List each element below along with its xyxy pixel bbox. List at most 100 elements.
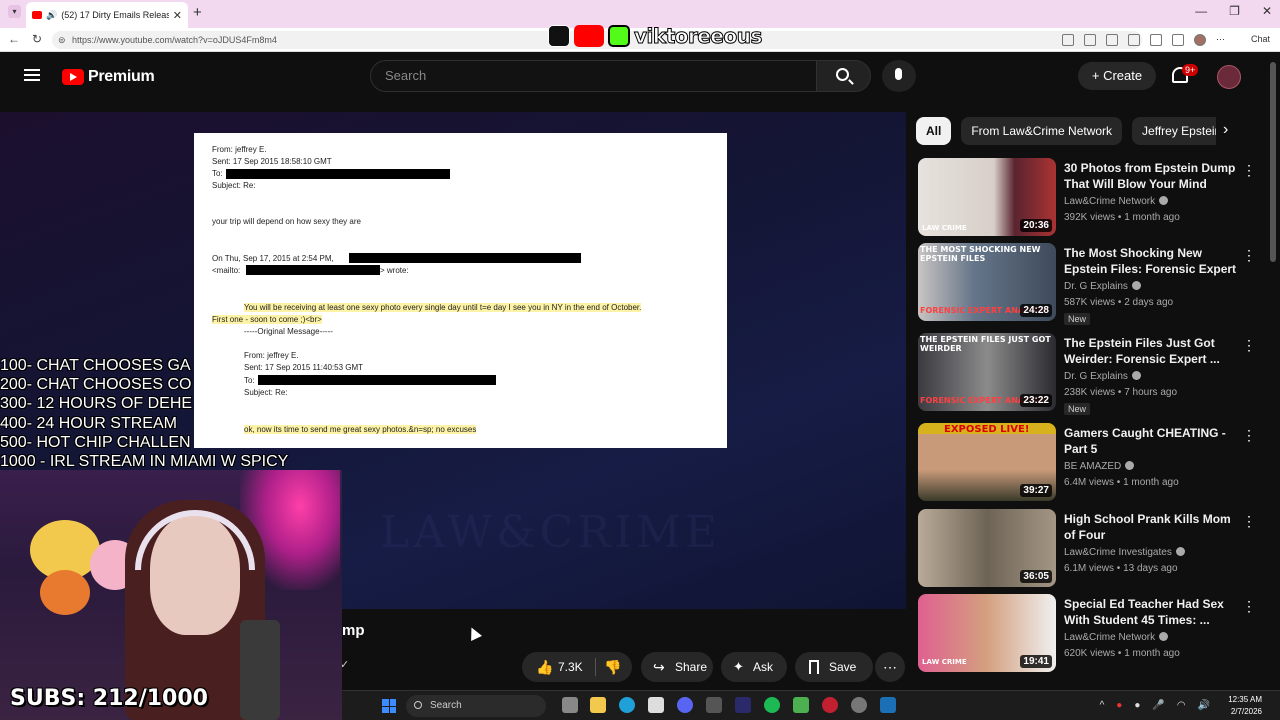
thumbnail-text: EXPOSED LIVE! bbox=[944, 424, 1030, 435]
back-icon[interactable]: ← bbox=[8, 32, 20, 46]
video-meta: 587K views • 2 days ago bbox=[1064, 297, 1174, 308]
kebab-menu-icon[interactable]: ⋮ bbox=[1242, 513, 1256, 530]
channel-name[interactable]: Law&Crime Network bbox=[1064, 196, 1169, 207]
channel-name[interactable]: Dr. G Explains bbox=[1064, 371, 1141, 382]
share-icon: ↪ bbox=[653, 659, 665, 675]
recommendation-item[interactable]: EXPOSED LIVE! 39:27 Gamers Caught CHEATI… bbox=[918, 423, 1258, 505]
channel-name[interactable]: BE AMAZED bbox=[1064, 461, 1135, 472]
chevron-right-icon[interactable]: › bbox=[1223, 121, 1228, 139]
video-thumbnail[interactable]: THE MOST SHOCKING NEW EPSTEIN FILES FORE… bbox=[918, 243, 1056, 321]
share-button[interactable]: ↪ Share bbox=[641, 652, 713, 682]
hamburger-menu-icon[interactable] bbox=[24, 69, 40, 81]
video-title[interactable]: The Epstein Files Just Got Weirder: Fore… bbox=[1064, 335, 1238, 367]
video-thumbnail[interactable]: LAW CRIME 19:41 bbox=[918, 594, 1056, 672]
video-thumbnail[interactable]: EXPOSED LIVE! 39:27 bbox=[918, 423, 1056, 501]
goal-item: 500- HOT CHIP CHALLEN bbox=[0, 433, 191, 451]
account-avatar[interactable] bbox=[1217, 65, 1241, 89]
tab-actions-icon[interactable]: ▾ bbox=[8, 5, 21, 18]
voice-search-button[interactable] bbox=[882, 60, 916, 92]
video-title[interactable]: High School Prank Kills Mom of Four bbox=[1064, 511, 1238, 543]
video-title[interactable]: Gamers Caught CHEATING - Part 5 bbox=[1064, 425, 1238, 457]
chip-all[interactable]: All bbox=[916, 117, 952, 145]
like-icon[interactable]: 👍 bbox=[536, 652, 553, 682]
tiktok-icon bbox=[548, 25, 570, 47]
channel-name[interactable]: Law&Crime Network bbox=[1064, 632, 1169, 643]
extension-icon[interactable] bbox=[1150, 34, 1162, 46]
video-thumbnail[interactable]: THE EPSTEIN FILES JUST GOT WEIRDER FOREN… bbox=[918, 333, 1056, 411]
tray-app-icon[interactable]: ● bbox=[1134, 700, 1140, 711]
minimize-icon[interactable]: — bbox=[1195, 4, 1207, 18]
create-button[interactable]: + Create bbox=[1078, 62, 1156, 90]
kebab-menu-icon[interactable]: ⋮ bbox=[1242, 427, 1256, 444]
windows-start-icon[interactable] bbox=[382, 699, 396, 713]
search-input[interactable]: Search bbox=[370, 60, 820, 92]
file-explorer-icon[interactable] bbox=[590, 697, 606, 713]
save-button[interactable]: Save bbox=[795, 652, 873, 682]
video-thumbnail[interactable]: 36:05 bbox=[918, 509, 1056, 587]
obs-icon[interactable] bbox=[822, 697, 838, 713]
recommendation-item[interactable]: 36:05 High School Prank Kills Mom of Fou… bbox=[918, 509, 1258, 591]
recommendation-item[interactable]: THE EPSTEIN FILES JUST GOT WEIRDER FOREN… bbox=[918, 333, 1258, 415]
chip-from-channel[interactable]: From Law&Crime Network bbox=[961, 117, 1123, 145]
audio-icon[interactable]: 🔊 bbox=[46, 10, 57, 21]
copilot-chat-button[interactable]: Chat bbox=[1251, 34, 1270, 44]
search-button[interactable] bbox=[816, 60, 871, 92]
extension-icon[interactable] bbox=[1194, 34, 1206, 46]
kebab-menu-icon[interactable]: ⋮ bbox=[1242, 337, 1256, 354]
close-tab-icon[interactable]: ✕ bbox=[173, 9, 182, 22]
tray-app-icon[interactable]: ● bbox=[1116, 700, 1122, 711]
thumbnail-text: THE MOST SHOCKING NEW EPSTEIN FILES bbox=[920, 245, 1041, 263]
video-title[interactable]: 30 Photos from Epstein Dump That Will Bl… bbox=[1064, 160, 1238, 192]
extension-icon[interactable] bbox=[1062, 34, 1074, 46]
kebab-menu-icon[interactable]: ⋮ bbox=[1242, 247, 1256, 264]
wifi-icon[interactable]: ◠ bbox=[1177, 700, 1186, 711]
extension-icon[interactable] bbox=[1106, 34, 1118, 46]
extension-icon[interactable] bbox=[1172, 34, 1184, 46]
email-to: To: bbox=[212, 169, 223, 178]
recommendation-item[interactable]: THE MOST SHOCKING NEW EPSTEIN FILES FORE… bbox=[918, 243, 1258, 325]
taskbar-search[interactable]: Search bbox=[406, 695, 546, 717]
app-icon[interactable] bbox=[706, 697, 722, 713]
chevron-up-icon[interactable]: ^ bbox=[1100, 700, 1105, 711]
youtube-premium-logo[interactable]: Premium bbox=[62, 68, 155, 86]
more-actions-icon[interactable]: ⋯ bbox=[875, 652, 905, 682]
kebab-menu-icon[interactable]: ⋮ bbox=[1242, 598, 1256, 615]
dislike-icon[interactable]: 👎 bbox=[604, 652, 621, 682]
reload-icon[interactable]: ↻ bbox=[32, 32, 42, 46]
video-title[interactable]: Special Ed Teacher Had Sex With Student … bbox=[1064, 596, 1238, 628]
edge-icon[interactable] bbox=[619, 697, 635, 713]
new-tab-icon[interactable]: + bbox=[193, 4, 202, 21]
store-icon[interactable] bbox=[648, 697, 664, 713]
recommendation-item[interactable]: LAW CRIME 20:36 30 Photos from Epstein D… bbox=[918, 158, 1258, 240]
premiere-icon[interactable] bbox=[735, 697, 751, 713]
channel-name[interactable]: Dr. G Explains bbox=[1064, 281, 1141, 292]
site-info-icon[interactable]: ⊜ bbox=[58, 31, 66, 49]
ask-label: Ask bbox=[753, 660, 774, 674]
chip-topic[interactable]: Jeffrey Epstein bbox=[1132, 117, 1216, 145]
extension-icon[interactable] bbox=[1128, 34, 1140, 46]
extension-icon[interactable] bbox=[1084, 34, 1096, 46]
microphone-icon[interactable]: 🎤 bbox=[1152, 700, 1164, 711]
maximize-icon[interactable]: ❐ bbox=[1229, 4, 1240, 18]
scrollbar-thumb[interactable] bbox=[1270, 62, 1276, 262]
steam-icon[interactable] bbox=[880, 697, 896, 713]
ask-button[interactable]: ✦ Ask bbox=[721, 652, 787, 682]
taskbar-clock[interactable]: 12:35 AM 2/7/2026 bbox=[1228, 694, 1262, 718]
like-count[interactable]: 7.3K bbox=[558, 652, 583, 682]
more-options-icon[interactable]: ⋯ bbox=[1216, 34, 1228, 46]
goal-item: 300- 12 HOURS OF DEHE bbox=[0, 395, 193, 413]
discord-icon[interactable] bbox=[677, 697, 693, 713]
kebab-menu-icon[interactable]: ⋮ bbox=[1242, 162, 1256, 179]
task-view-icon[interactable] bbox=[562, 697, 578, 713]
recommendation-item[interactable]: LAW CRIME 19:41 Special Ed Teacher Had S… bbox=[918, 594, 1258, 676]
divider bbox=[595, 658, 596, 676]
video-title[interactable]: The Most Shocking New Epstein Files: For… bbox=[1064, 245, 1238, 277]
minecraft-icon[interactable] bbox=[793, 697, 809, 713]
close-window-icon[interactable]: ✕ bbox=[1262, 4, 1272, 18]
volume-icon[interactable]: 🔊 bbox=[1198, 700, 1210, 711]
video-thumbnail[interactable]: LAW CRIME 20:36 bbox=[918, 158, 1056, 236]
tab-active[interactable]: 🔊 (52) 17 Dirty Emails Released ✕ bbox=[26, 2, 188, 28]
spotify-icon[interactable] bbox=[764, 697, 780, 713]
channel-name[interactable]: Law&Crime Investigates bbox=[1064, 547, 1185, 558]
settings-icon[interactable] bbox=[851, 697, 867, 713]
